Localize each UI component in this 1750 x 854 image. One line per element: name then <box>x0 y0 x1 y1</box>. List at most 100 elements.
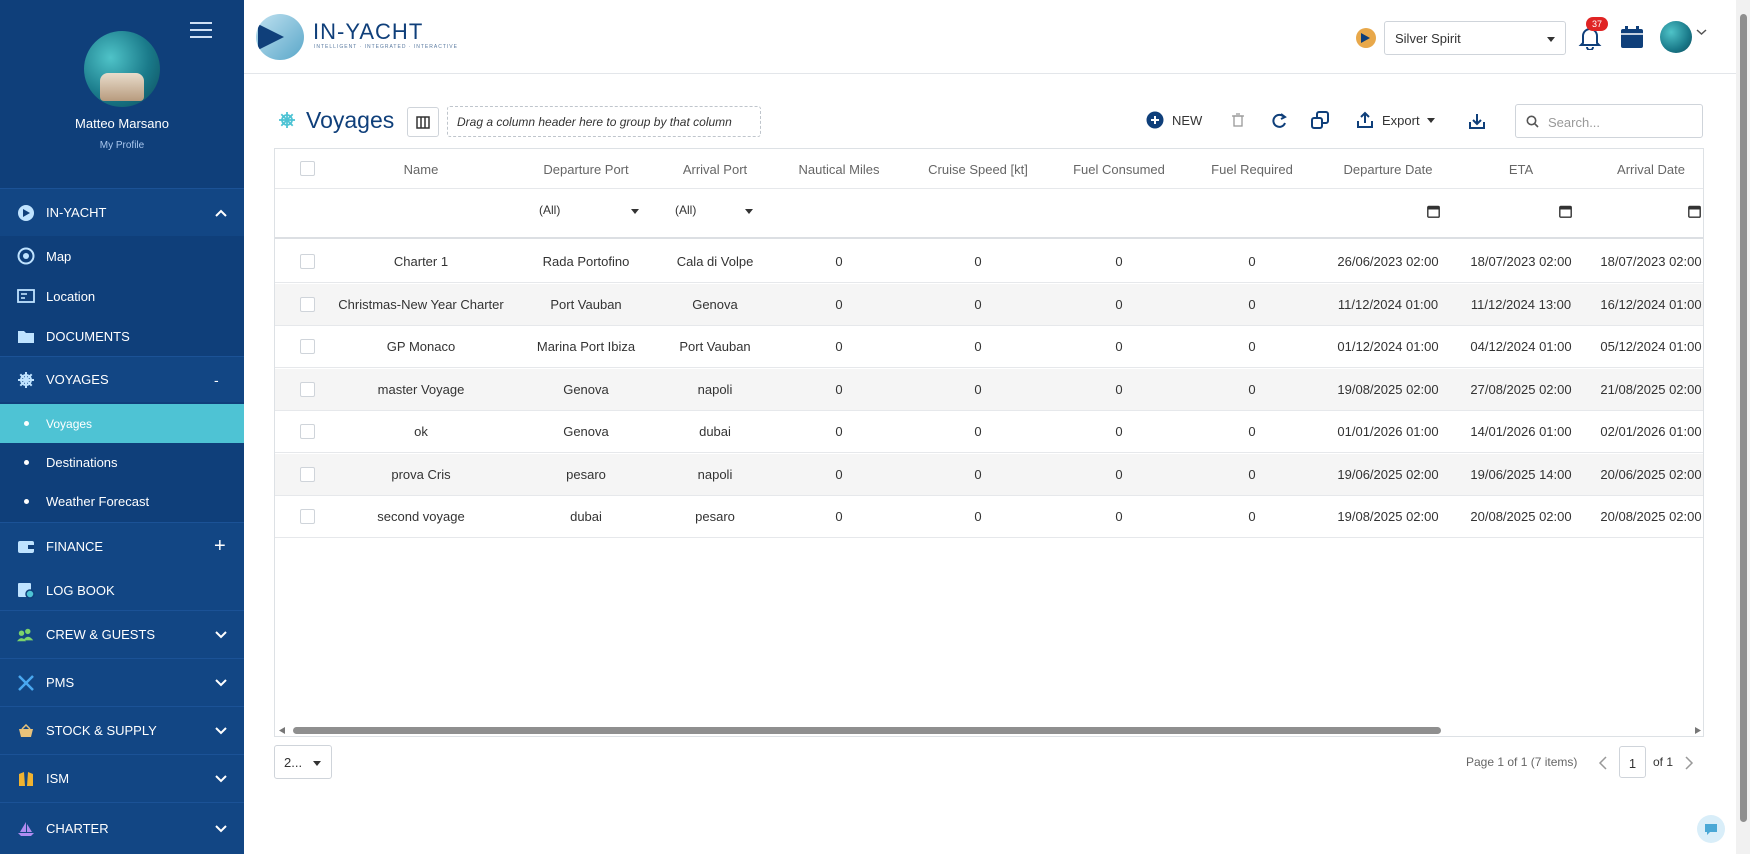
sidebar-item-pms[interactable]: PMS <box>0 658 244 706</box>
arrival-port-filter[interactable]: (All) <box>675 203 755 217</box>
table-row[interactable]: master Voyage Genova napoli 0 0 0 0 19/08/2025 … <box>275 368 1703 411</box>
filter-value: (All) <box>675 203 697 217</box>
calendar-icon[interactable] <box>1427 205 1440 218</box>
export-button-label: Export <box>1382 112 1420 128</box>
sidebar-item-ism[interactable]: ISM <box>0 754 244 802</box>
sidebar-item-stock-supply[interactable]: STOCK & SUPPLY <box>0 706 244 754</box>
scroll-right-icon[interactable] <box>1695 727 1701 734</box>
table-row[interactable]: Charter 1 Rada Portofino Cala di Volpe 0 0 0 0… <box>275 241 1703 283</box>
calendar-icon[interactable] <box>1620 25 1644 49</box>
column-chooser-button[interactable] <box>407 107 439 137</box>
sidebar-item-destinations[interactable]: Destinations <box>0 443 244 482</box>
page-size-select[interactable]: 2... <box>274 745 332 779</box>
table-cell: 18/07/2023 02:00 <box>1470 254 1572 269</box>
scroll-left-icon[interactable] <box>279 727 285 734</box>
export-button[interactable]: Export <box>1356 111 1435 129</box>
row-checkbox[interactable] <box>300 424 315 439</box>
user-avatar[interactable] <box>1660 21 1692 53</box>
sidebar-item-location[interactable]: Location <box>0 276 244 316</box>
table-row[interactable]: GP Monaco Marina Port Ibiza Port Vauban 0 0 0… <box>275 326 1703 368</box>
chevron-left-icon[interactable] <box>1598 755 1608 771</box>
row-checkbox[interactable] <box>300 254 315 269</box>
tools-icon <box>17 674 35 692</box>
basket-icon <box>17 722 35 740</box>
trash-icon[interactable] <box>1232 113 1244 127</box>
table-cell: 0 <box>1248 254 1256 269</box>
chevron-right-icon[interactable] <box>1684 755 1694 771</box>
menu-toggle-icon[interactable] <box>190 22 212 38</box>
sidebar-item-label: Voyages <box>46 416 93 431</box>
columns-icon <box>416 115 430 129</box>
sidebar-item-crew-guests[interactable]: CREW & GUESTS <box>0 610 244 658</box>
column-header[interactable]: Name <box>324 162 518 177</box>
chevron-down-icon[interactable] <box>214 821 228 837</box>
scrollbar-thumb[interactable] <box>1740 14 1747 822</box>
sidebar-item-charter[interactable]: CHARTER <box>0 802 244 854</box>
row-checkbox[interactable] <box>300 509 315 524</box>
sidebar-item-voyages[interactable]: Voyages <box>0 404 244 443</box>
vertical-scrollbar[interactable] <box>1736 0 1750 854</box>
horizontal-scrollbar[interactable] <box>275 723 1703 736</box>
departure-port-filter[interactable]: (All) <box>539 203 639 217</box>
in-yacht-icon <box>17 204 35 222</box>
sidebar-item-documents[interactable]: DOCUMENTS <box>0 316 244 356</box>
download-icon[interactable] <box>1468 112 1486 130</box>
column-header[interactable]: Departure Port <box>518 162 654 177</box>
row-checkbox[interactable] <box>300 381 315 397</box>
group-panel[interactable]: Drag a column header here to group by th… <box>447 106 761 137</box>
column-header[interactable]: Arrival Date <box>1586 162 1703 177</box>
sidebar-item-voyages-section[interactable]: VOYAGES - <box>0 356 244 402</box>
row-checkbox[interactable] <box>300 296 315 312</box>
table-cell: 0 <box>974 254 982 269</box>
chevron-down-icon[interactable] <box>214 627 228 643</box>
table-cell: ok <box>414 424 428 439</box>
sidebar-item-label: Weather Forecast <box>46 494 150 509</box>
chevron-down-icon[interactable] <box>214 675 228 691</box>
row-checkbox[interactable] <box>300 466 315 482</box>
in-yacht-logo-icon[interactable] <box>256 14 304 60</box>
scrollbar-thumb[interactable] <box>293 727 1441 734</box>
add-circle-icon <box>1146 111 1164 129</box>
table-cell: 01/12/2024 01:00 <box>1337 339 1439 354</box>
column-header[interactable]: Fuel Required <box>1184 162 1320 177</box>
my-profile-link[interactable]: My Profile <box>0 140 244 151</box>
search-input[interactable]: Search... <box>1515 104 1703 138</box>
table-cell: 01/01/2026 01:00 <box>1337 424 1439 439</box>
select-all-checkbox[interactable] <box>300 161 315 176</box>
table-row[interactable]: Christmas-New Year Charter Port Vauban Gen… <box>275 283 1703 326</box>
chevron-down-icon[interactable] <box>214 771 228 787</box>
vessel-select[interactable]: Silver Spirit <box>1384 21 1566 55</box>
sidebar-item-label: Location <box>46 288 96 304</box>
column-header[interactable]: ETA <box>1456 162 1586 177</box>
sidebar-item-weather-forecast[interactable]: Weather Forecast <box>0 482 244 521</box>
row-checkbox[interactable] <box>300 339 315 354</box>
column-header[interactable]: Nautical Miles <box>776 162 902 177</box>
table-row[interactable]: prova Cris pesaro napoli 0 0 0 0 19/06/2025 02:… <box>275 453 1703 496</box>
sidebar-item-log-book[interactable]: LOG BOOK <box>0 570 244 610</box>
sidebar-item-in-yacht[interactable]: IN-YACHT <box>0 188 244 236</box>
refresh-icon[interactable] <box>1270 112 1288 130</box>
column-header[interactable]: Fuel Consumed <box>1054 162 1184 177</box>
column-header[interactable]: Departure Date <box>1320 162 1456 177</box>
table-cell: prova Cris <box>391 466 451 482</box>
chevron-up-icon[interactable] <box>214 205 228 221</box>
new-button[interactable]: NEW <box>1146 111 1202 129</box>
voyages-grid: Name Departure Port Arrival Port Nautica… <box>274 148 1704 737</box>
page-number-input[interactable]: 1 <box>1619 746 1646 778</box>
table-row[interactable]: ok Genova dubai 0 0 0 0 01/01/2026 01:00 14/01/2… <box>275 411 1703 453</box>
column-header[interactable]: Cruise Speed [kt] <box>902 162 1054 177</box>
chevron-down-icon[interactable] <box>1696 28 1707 36</box>
table-cell: 19/08/2025 02:00 <box>1337 509 1439 524</box>
duplicate-icon[interactable] <box>1311 111 1329 129</box>
sidebar-item-map[interactable]: Map <box>0 236 244 276</box>
chevron-down-icon[interactable] <box>214 723 228 739</box>
expand-icon[interactable]: + <box>214 535 226 558</box>
collapse-icon[interactable]: - <box>214 372 219 388</box>
calendar-icon[interactable] <box>1688 205 1701 218</box>
column-header[interactable]: Arrival Port <box>654 162 776 177</box>
sidebar-item-finance[interactable]: FINANCE + <box>0 522 244 570</box>
chat-icon[interactable] <box>1697 815 1725 843</box>
sidebar-item-label: Destinations <box>46 455 118 470</box>
calendar-icon[interactable] <box>1559 205 1572 218</box>
table-row[interactable]: second voyage dubai pesaro 0 0 0 0 19/08/2025 0… <box>275 496 1703 538</box>
